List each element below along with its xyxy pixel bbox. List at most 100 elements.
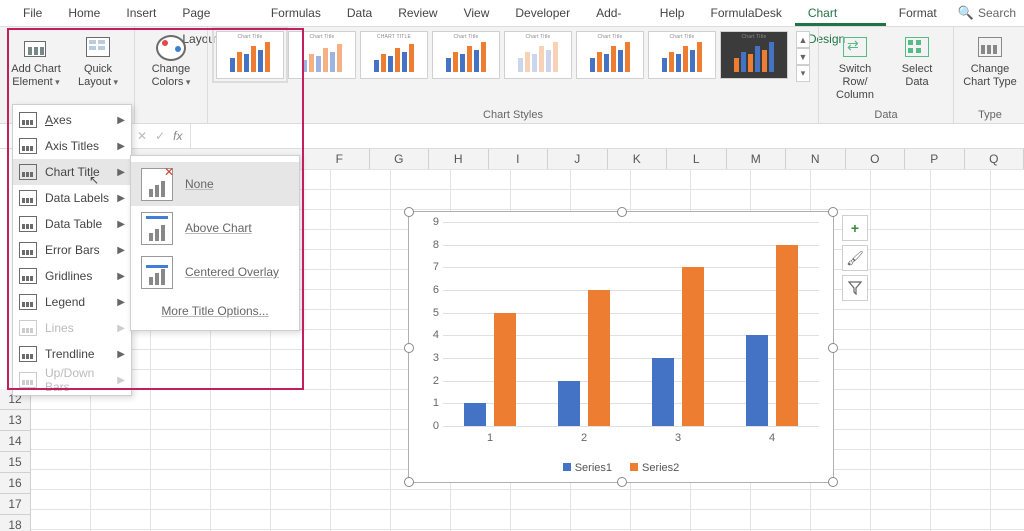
tab-developer[interactable]: Developer bbox=[502, 0, 583, 26]
tab-help[interactable]: Help bbox=[647, 0, 698, 26]
chart-style-4[interactable] bbox=[432, 31, 500, 79]
y-axis-tick: 8 bbox=[423, 239, 439, 251]
col-header[interactable]: J bbox=[548, 149, 608, 169]
chart-title-none[interactable]: None bbox=[131, 162, 299, 206]
resize-handle[interactable] bbox=[404, 207, 414, 217]
bar-series2[interactable] bbox=[494, 313, 516, 426]
tab-data[interactable]: Data bbox=[334, 0, 385, 26]
col-header[interactable]: L bbox=[667, 149, 727, 169]
search-tab[interactable]: 🔍 Search bbox=[950, 0, 1024, 26]
bar-series1[interactable] bbox=[558, 381, 580, 426]
row-header[interactable]: 16 bbox=[0, 473, 30, 494]
tab-addins[interactable]: Add-ins bbox=[583, 0, 647, 26]
row-header[interactable]: 13 bbox=[0, 410, 30, 431]
chevron-right-icon: ▶ bbox=[117, 349, 125, 360]
gallery-down-icon[interactable]: ▼ bbox=[796, 48, 810, 65]
col-header[interactable]: I bbox=[489, 149, 549, 169]
tab-review[interactable]: Review bbox=[385, 0, 450, 26]
row-header[interactable]: 14 bbox=[0, 431, 30, 452]
tab-chart-design[interactable]: Chart Design bbox=[795, 0, 886, 26]
menu-data-table[interactable]: Data Table ▶ bbox=[13, 211, 131, 237]
col-header[interactable]: H bbox=[429, 149, 489, 169]
change-chart-type-button[interactable]: Change Chart Type bbox=[962, 31, 1018, 91]
bar-series2[interactable] bbox=[588, 290, 610, 426]
tab-page-layout[interactable]: Page Layout bbox=[169, 0, 257, 26]
chart-styles-group-label: Chart Styles bbox=[216, 106, 810, 121]
chart-style-1[interactable] bbox=[216, 31, 284, 79]
tab-formulas[interactable]: Formulas bbox=[258, 0, 334, 26]
chart-elements-button[interactable]: + bbox=[842, 215, 868, 241]
resize-handle[interactable] bbox=[404, 343, 414, 353]
col-header[interactable]: F bbox=[310, 149, 370, 169]
change-colors-button[interactable]: Change Colors bbox=[143, 31, 199, 91]
quick-layout-button[interactable]: Quick Layout bbox=[70, 31, 126, 91]
formula-input[interactable] bbox=[191, 124, 1024, 148]
bar-series1[interactable] bbox=[652, 358, 674, 426]
resize-handle[interactable] bbox=[404, 477, 414, 487]
chart-title-above[interactable]: Above Chart bbox=[131, 206, 299, 250]
gallery-expand-icon[interactable]: ▾ bbox=[796, 65, 810, 82]
chart-style-gallery[interactable] bbox=[216, 31, 788, 79]
formula-confirm-icon[interactable]: ✓ bbox=[155, 129, 165, 143]
chart-legend[interactable]: Series1 Series2 bbox=[409, 462, 833, 474]
bar-series1[interactable] bbox=[464, 403, 486, 426]
col-header[interactable]: N bbox=[786, 149, 846, 169]
menu-axis-titles[interactable]: Axis Titles ▶ bbox=[13, 133, 131, 159]
chart-title-centered-overlay[interactable]: Centered Overlay bbox=[131, 250, 299, 294]
col-header[interactable]: P bbox=[905, 149, 965, 169]
chart-style-2[interactable] bbox=[288, 31, 356, 79]
tab-insert[interactable]: Insert bbox=[113, 0, 169, 26]
chart-style-gallery-more[interactable]: ▲ ▼ ▾ bbox=[796, 31, 810, 82]
bar-series2[interactable] bbox=[682, 267, 704, 426]
row-header[interactable]: 17 bbox=[0, 494, 30, 515]
switch-row-column-button[interactable]: Switch Row/ Column bbox=[827, 31, 883, 104]
menu-legend[interactable]: Legend ▶ bbox=[13, 289, 131, 315]
legend-item-series2[interactable]: Series2 bbox=[630, 462, 679, 474]
formula-cancel-icon[interactable]: ✕ bbox=[137, 129, 147, 143]
col-header[interactable]: G bbox=[370, 149, 430, 169]
error-bars-icon bbox=[19, 242, 37, 258]
add-chart-element-button[interactable]: Add Chart Element bbox=[8, 31, 64, 91]
col-header[interactable]: M bbox=[727, 149, 787, 169]
chart-styles-button[interactable]: 🖌 bbox=[842, 245, 868, 271]
y-axis-tick: 4 bbox=[423, 329, 439, 341]
chart-plot-area[interactable]: 01234567891234 bbox=[443, 222, 819, 426]
col-header[interactable]: K bbox=[608, 149, 668, 169]
tab-formuladesk[interactable]: FormulaDesk bbox=[697, 0, 794, 26]
search-label: Search bbox=[978, 6, 1016, 20]
menu-error-bars[interactable]: Error Bars ▶ bbox=[13, 237, 131, 263]
fx-icon[interactable]: fx bbox=[173, 129, 182, 143]
chart-style-8[interactable] bbox=[720, 31, 788, 79]
chart-style-6[interactable] bbox=[576, 31, 644, 79]
more-title-options[interactable]: More Title Options... bbox=[131, 294, 299, 324]
resize-handle[interactable] bbox=[617, 477, 627, 487]
resize-handle[interactable] bbox=[828, 477, 838, 487]
menu-data-labels[interactable]: Data Labels ▶ bbox=[13, 185, 131, 211]
tab-file[interactable]: File bbox=[10, 0, 55, 26]
col-header[interactable]: O bbox=[846, 149, 906, 169]
tab-home[interactable]: Home bbox=[55, 0, 113, 26]
chart-style-7[interactable] bbox=[648, 31, 716, 79]
menu-trendline[interactable]: Trendline ▶ bbox=[13, 341, 131, 367]
chart-filters-button[interactable] bbox=[842, 275, 868, 301]
menu-gridlines[interactable]: Gridlines ▶ bbox=[13, 263, 131, 289]
select-data-button[interactable]: Select Data bbox=[889, 31, 945, 104]
chevron-right-icon: ▶ bbox=[117, 271, 125, 282]
row-header[interactable]: 15 bbox=[0, 452, 30, 473]
tab-view[interactable]: View bbox=[451, 0, 503, 26]
bar-series2[interactable] bbox=[776, 245, 798, 426]
bar-series1[interactable] bbox=[746, 335, 768, 426]
menu-axes[interactable]: Axes ▶ bbox=[13, 107, 131, 133]
row-header[interactable]: 18 bbox=[0, 515, 30, 531]
chart-style-3[interactable] bbox=[360, 31, 428, 79]
embedded-chart[interactable]: 01234567891234 Series1 Series2 bbox=[408, 211, 834, 483]
tab-format[interactable]: Format bbox=[886, 0, 950, 26]
menu-chart-title[interactable]: Chart Title ▶ ↖ bbox=[13, 159, 131, 185]
resize-handle[interactable] bbox=[828, 343, 838, 353]
gallery-up-icon[interactable]: ▲ bbox=[796, 31, 810, 48]
legend-item-series1[interactable]: Series1 bbox=[563, 462, 612, 474]
col-header[interactable]: Q bbox=[965, 149, 1024, 169]
resize-handle[interactable] bbox=[617, 207, 627, 217]
resize-handle[interactable] bbox=[828, 207, 838, 217]
chart-style-5[interactable] bbox=[504, 31, 572, 79]
